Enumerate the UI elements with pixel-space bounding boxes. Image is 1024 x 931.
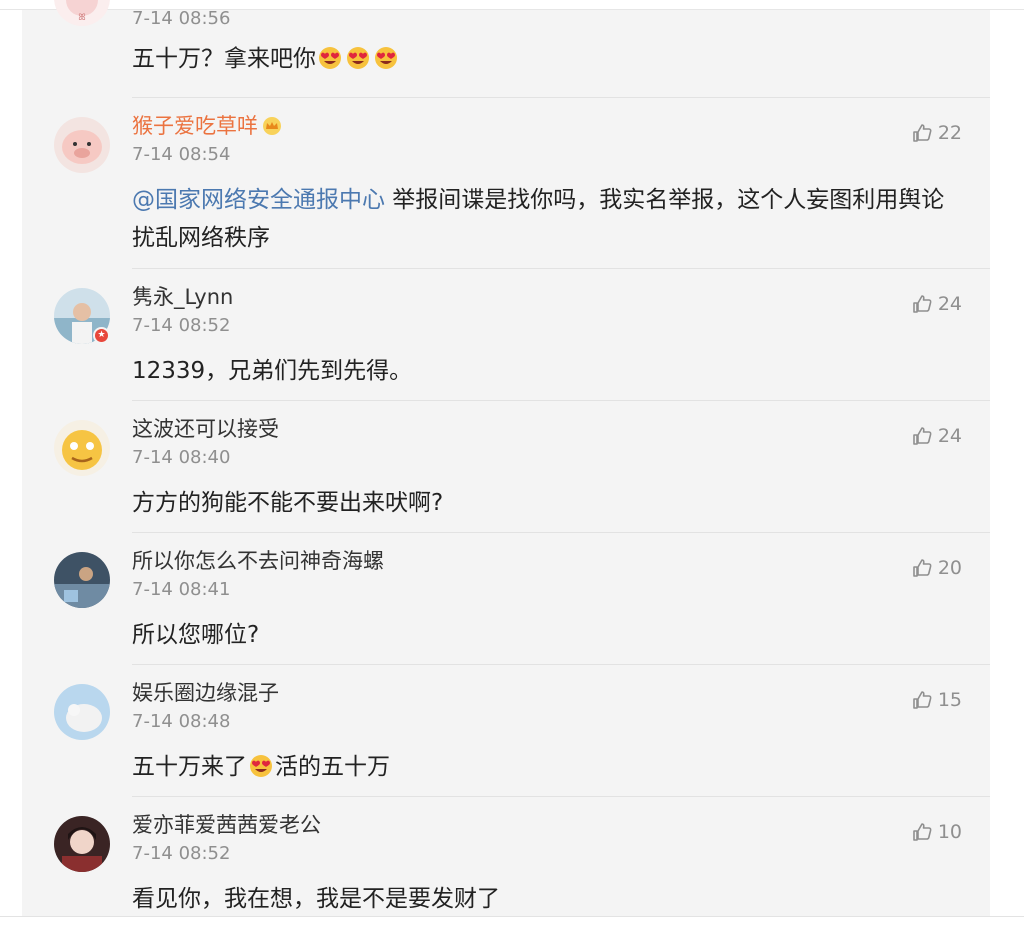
like-count: 24 xyxy=(937,293,962,315)
crown-icon xyxy=(262,116,282,136)
comment-time: 7-14 08:56 xyxy=(132,8,231,29)
mention-link[interactable]: @国家网络安全通报中心 xyxy=(132,187,385,213)
comment-text: 五十万？拿来吧你 xyxy=(132,40,962,78)
like-count: 22 xyxy=(937,122,962,144)
comment-text: 五十万来了 活的五十万 xyxy=(132,748,962,786)
like-button[interactable]: 24 xyxy=(912,425,962,447)
comment-time: 7-14 08:52 xyxy=(132,315,231,336)
avatar[interactable] xyxy=(54,117,110,173)
commenter-name[interactable]: 猴子爱吃草咩 xyxy=(132,113,282,139)
avatar[interactable]: ꕤ xyxy=(54,0,110,26)
commenter-name[interactable]: 爱亦菲爱茜茜爱老公 xyxy=(132,812,321,838)
like-count: 20 xyxy=(937,557,962,579)
commenter-name[interactable]: 隽永_Lynn xyxy=(132,284,233,310)
avatar[interactable] xyxy=(54,420,110,476)
comment-item: 爱亦菲爱茜茜爱老公 7-14 08:52 看见你，我在想，我是不是要发财了 10 xyxy=(22,797,990,916)
thumbs-up-icon xyxy=(913,295,932,313)
star-badge-icon: ★ xyxy=(93,327,110,344)
comment-item: ★ 隽永_Lynn 7-14 08:52 12339，兄弟们先到先得。 24 xyxy=(22,269,990,401)
comment-time: 7-14 08:54 xyxy=(132,144,231,165)
commenter-name-text: 猴子爱吃草咩 xyxy=(132,114,258,138)
heart-eyes-emoji xyxy=(346,44,370,69)
thumbs-up-icon xyxy=(913,559,932,577)
comment-time: 7-14 08:52 xyxy=(132,843,231,864)
like-count: 15 xyxy=(937,689,962,711)
like-button[interactable]: 10 xyxy=(912,821,962,843)
like-button[interactable]: 24 xyxy=(912,293,962,315)
avatar[interactable] xyxy=(54,552,110,608)
svg-text:ꕤ: ꕤ xyxy=(78,13,86,23)
avatar[interactable] xyxy=(54,684,110,740)
comment-text: @国家网络安全通报中心 举报间谍是找你吗，我实名举报，这个人妄图利用舆论扰乱网络… xyxy=(132,181,962,257)
comment-text: 看见你，我在想，我是不是要发财了 xyxy=(132,886,500,912)
commenter-name[interactable]: 所以你怎么不去问神奇海螺 xyxy=(132,548,384,574)
comment-time: 7-14 08:40 xyxy=(132,447,231,468)
thumbs-up-icon xyxy=(913,427,932,445)
thumbs-up-icon xyxy=(913,823,932,841)
comment-text: 方方的狗能不能不要出来吠啊? xyxy=(132,490,444,516)
like-count: 24 xyxy=(937,425,962,447)
like-button[interactable]: 15 xyxy=(912,689,962,711)
comment-item: 所以你怎么不去问神奇海螺 7-14 08:41 所以您哪位? 20 xyxy=(22,533,990,665)
comment-item: ꕤ 7-14 08:56 五十万？拿来吧你 xyxy=(22,0,990,98)
like-count: 10 xyxy=(937,821,962,843)
commenter-name[interactable]: 娱乐圈边缘混子 xyxy=(132,680,279,706)
comment-text-body: 五十万来了 xyxy=(132,754,247,780)
comment-text: 所以您哪位? xyxy=(132,622,260,648)
thumbs-up-icon xyxy=(913,124,932,142)
like-button[interactable]: 22 xyxy=(912,122,962,144)
comment-item: 娱乐圈边缘混子 7-14 08:48 五十万来了 活的五十万 15 xyxy=(22,665,990,797)
comment-item: 猴子爱吃草咩 7-14 08:54 @国家网络安全通报中心 举报间谍是找你吗，我… xyxy=(22,98,990,269)
comment-text: 12339，兄弟们先到先得。 xyxy=(132,358,413,384)
comment-time: 7-14 08:48 xyxy=(132,711,231,732)
heart-eyes-emoji xyxy=(318,44,342,69)
heart-eyes-emoji xyxy=(374,44,398,69)
thumbs-up-icon xyxy=(913,691,932,709)
comment-time: 7-14 08:41 xyxy=(132,579,231,600)
comment-text-body: 五十万？拿来吧你 xyxy=(132,46,316,72)
commenter-name[interactable]: 这波还可以接受 xyxy=(132,416,279,442)
heart-eyes-emoji xyxy=(249,752,273,777)
like-button[interactable]: 20 xyxy=(912,557,962,579)
comment-item: 这波还可以接受 7-14 08:40 方方的狗能不能不要出来吠啊? 24 xyxy=(22,401,990,533)
avatar[interactable] xyxy=(54,816,110,872)
comment-text-body: 活的五十万 xyxy=(275,754,390,780)
